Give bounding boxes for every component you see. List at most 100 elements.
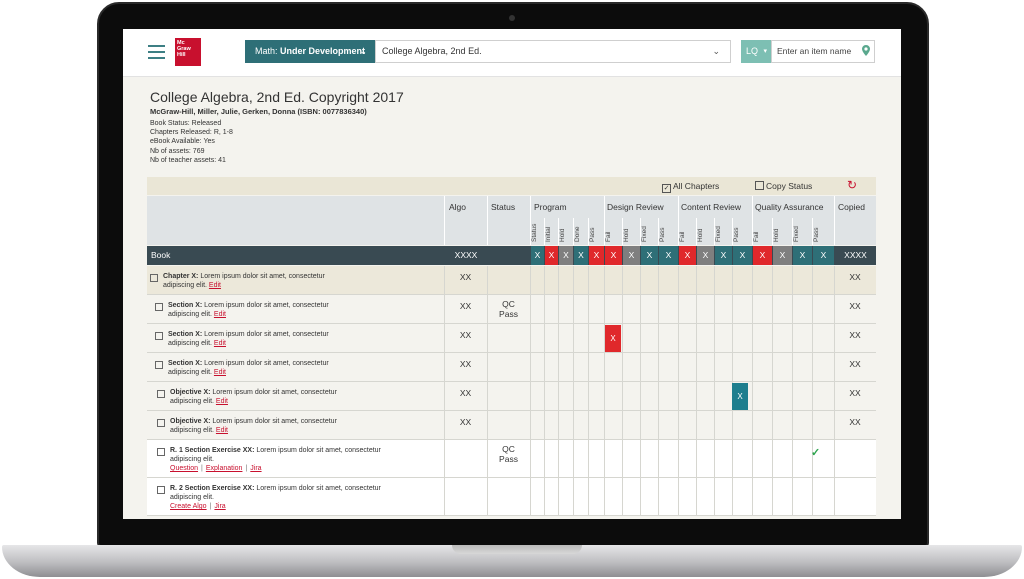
refresh-icon[interactable]: ↻ bbox=[847, 178, 857, 192]
status-mark[interactable]: X bbox=[772, 246, 792, 265]
column-divider bbox=[544, 324, 545, 353]
status-mark[interactable]: X bbox=[732, 383, 748, 410]
location-pin-icon[interactable] bbox=[862, 45, 870, 56]
table-row[interactable]: Objective X: Lorem ipsum dolor sit amet,… bbox=[147, 411, 876, 440]
table-row[interactable]: R. 2 Section Exercise XX: Lorem ipsum do… bbox=[147, 478, 876, 516]
subheader-label: Pass bbox=[659, 227, 666, 242]
copy-icon[interactable] bbox=[157, 448, 165, 456]
row-label: Chapter X: Lorem ipsum dolor sit amet, c… bbox=[163, 272, 325, 290]
column-divider bbox=[487, 478, 488, 516]
status-mark[interactable]: X bbox=[604, 246, 622, 265]
status-mark[interactable]: X bbox=[812, 246, 834, 265]
checkbox-icon bbox=[755, 181, 764, 190]
subheader-cell: Pass bbox=[812, 218, 834, 245]
status-mark[interactable]: X bbox=[696, 246, 714, 265]
status-mark[interactable]: X bbox=[640, 246, 658, 265]
copy-icon[interactable] bbox=[157, 419, 165, 427]
subheader-label: Pass bbox=[733, 227, 740, 242]
subject-dropdown[interactable]: Math: Under Development ⌄ bbox=[245, 40, 375, 63]
item-search-input[interactable]: Enter an item name bbox=[771, 40, 875, 63]
copy-icon[interactable] bbox=[157, 486, 165, 494]
column-divider bbox=[588, 266, 589, 295]
nb-assets: Nb of assets: 769 bbox=[150, 147, 205, 155]
copy-status-checkbox[interactable]: Copy Status bbox=[755, 181, 812, 191]
all-chapters-checkbox[interactable]: ✓ All Chapters bbox=[662, 181, 719, 193]
table-row[interactable]: Section X: Lorem ipsum dolor sit amet, c… bbox=[147, 353, 876, 382]
copy-icon[interactable] bbox=[155, 303, 163, 311]
explanation-link[interactable]: Explanation bbox=[206, 465, 243, 472]
column-divider bbox=[530, 353, 531, 382]
book-row-algo: XXXX bbox=[444, 246, 487, 265]
status-mark[interactable]: X bbox=[558, 246, 573, 265]
copy-icon[interactable] bbox=[155, 332, 163, 340]
column-divider bbox=[530, 266, 531, 295]
copy-icon[interactable] bbox=[157, 390, 165, 398]
column-divider bbox=[530, 324, 531, 353]
column-divider bbox=[678, 266, 679, 295]
column-divider bbox=[487, 353, 488, 382]
status-mark[interactable]: X bbox=[573, 246, 588, 265]
edit-link[interactable]: Edit bbox=[214, 340, 226, 347]
column-divider bbox=[544, 295, 545, 324]
create-algo-link[interactable]: Create Algo bbox=[170, 503, 207, 510]
book-status: Book Status: Released bbox=[150, 120, 222, 127]
question-link[interactable]: Question bbox=[170, 465, 198, 472]
edit-link[interactable]: Edit bbox=[216, 427, 228, 434]
row-type: Section X: bbox=[168, 331, 203, 338]
column-divider bbox=[792, 266, 793, 295]
column-divider bbox=[530, 478, 531, 516]
edit-link[interactable]: Edit bbox=[216, 398, 228, 405]
status-mark[interactable]: X bbox=[678, 246, 696, 265]
column-divider bbox=[588, 353, 589, 382]
copy-icon[interactable] bbox=[150, 274, 158, 282]
table-row[interactable]: Chapter X: Lorem ipsum dolor sit amet, c… bbox=[147, 266, 876, 295]
subheader-cell: Hold bbox=[558, 218, 573, 245]
column-divider bbox=[812, 411, 813, 440]
column-divider bbox=[530, 411, 531, 440]
edit-link[interactable]: Edit bbox=[214, 311, 226, 318]
lq-dropdown[interactable]: LQ ▾ bbox=[741, 40, 771, 63]
status-mark[interactable]: X bbox=[530, 246, 544, 265]
status-mark[interactable]: X bbox=[544, 246, 558, 265]
column-divider bbox=[732, 295, 733, 324]
jira-link[interactable]: Jira bbox=[214, 503, 225, 510]
status-mark[interactable]: X bbox=[605, 325, 621, 352]
copy-icon[interactable] bbox=[155, 361, 163, 369]
subheader-cell: Pass bbox=[732, 218, 752, 245]
row-text: Lorem ipsum dolor sit amet, consectetur bbox=[254, 485, 381, 492]
column-divider bbox=[544, 411, 545, 440]
edit-link[interactable]: Edit bbox=[214, 369, 226, 376]
checkbox-checked-icon: ✓ bbox=[662, 184, 671, 193]
column-divider bbox=[658, 353, 659, 382]
edit-link[interactable]: Edit bbox=[209, 282, 221, 289]
status-mark[interactable]: X bbox=[732, 246, 752, 265]
status-mark[interactable]: X bbox=[752, 246, 772, 265]
status-mark[interactable]: X bbox=[658, 246, 678, 265]
table-row[interactable]: R. 1 Section Exercise XX: Lorem ipsum do… bbox=[147, 440, 876, 478]
header-design-review: Design Review bbox=[607, 202, 664, 212]
subheader-label: Hold bbox=[623, 228, 630, 242]
column-divider bbox=[558, 266, 559, 295]
column-divider bbox=[544, 353, 545, 382]
jira-link[interactable]: Jira bbox=[250, 465, 261, 472]
status-mark[interactable]: X bbox=[588, 246, 604, 265]
subheader-cell: Pass bbox=[658, 218, 678, 245]
column-divider bbox=[530, 440, 531, 478]
status-mark[interactable]: X bbox=[714, 246, 732, 265]
table-row[interactable]: Section X: Lorem ipsum dolor sit amet, c… bbox=[147, 295, 876, 324]
column-divider bbox=[640, 353, 641, 382]
status-mark[interactable]: X bbox=[622, 246, 640, 265]
menu-icon[interactable] bbox=[148, 45, 165, 59]
column-divider bbox=[604, 353, 605, 382]
book-meta: Book Status: Released Chapters Released:… bbox=[150, 119, 233, 165]
table-row[interactable]: Section X: Lorem ipsum dolor sit amet, c… bbox=[147, 324, 876, 353]
book-select[interactable]: College Algebra, 2nd Ed. ⌄ bbox=[375, 40, 731, 63]
row-text-cont: adipiscing elit. bbox=[170, 456, 214, 463]
row-label: Objective X: Lorem ipsum dolor sit amet,… bbox=[170, 388, 337, 406]
table-row[interactable]: Objective X: Lorem ipsum dolor sit amet,… bbox=[147, 382, 876, 411]
column-divider bbox=[714, 353, 715, 382]
column-divider bbox=[622, 478, 623, 516]
status-mark[interactable]: X bbox=[792, 246, 812, 265]
subheader-cell: Hold bbox=[696, 218, 714, 245]
book-authors: McGraw-Hill, Miller, Julie, Gerken, Donn… bbox=[150, 107, 367, 116]
